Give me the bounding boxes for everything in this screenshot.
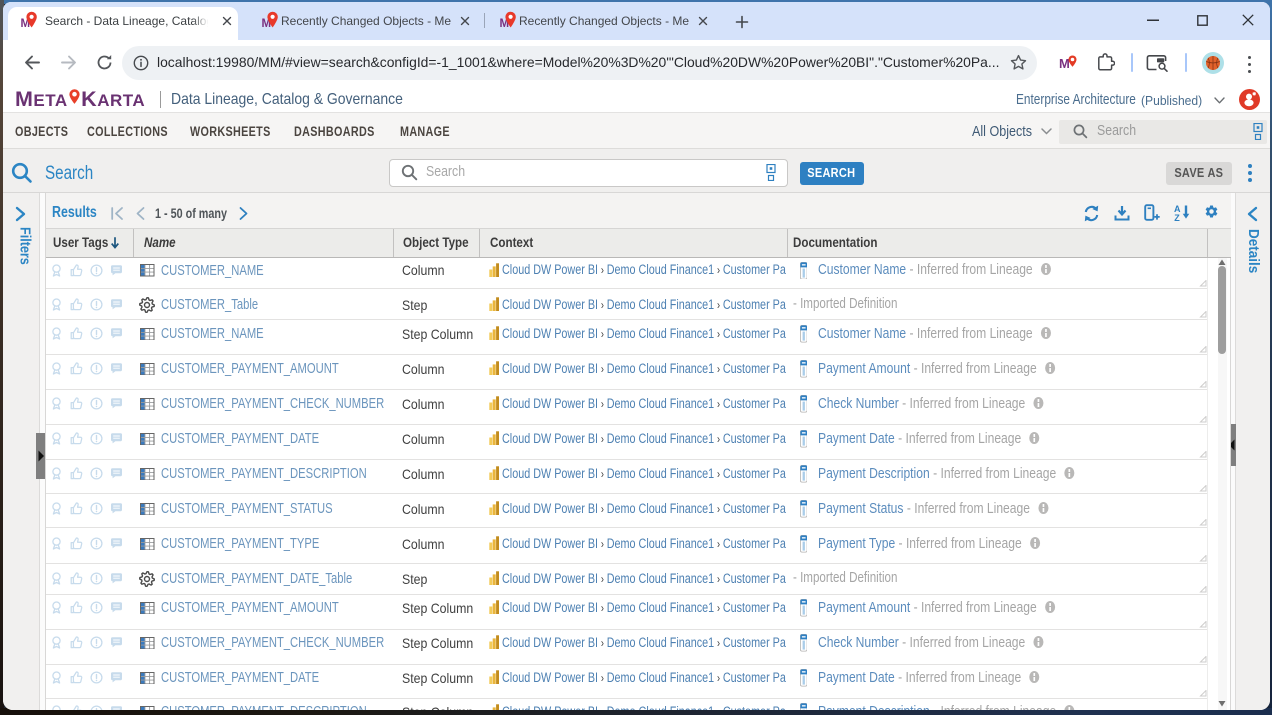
svg-text:Z: Z [1174, 213, 1180, 221]
svg-text:M: M [1059, 56, 1070, 71]
